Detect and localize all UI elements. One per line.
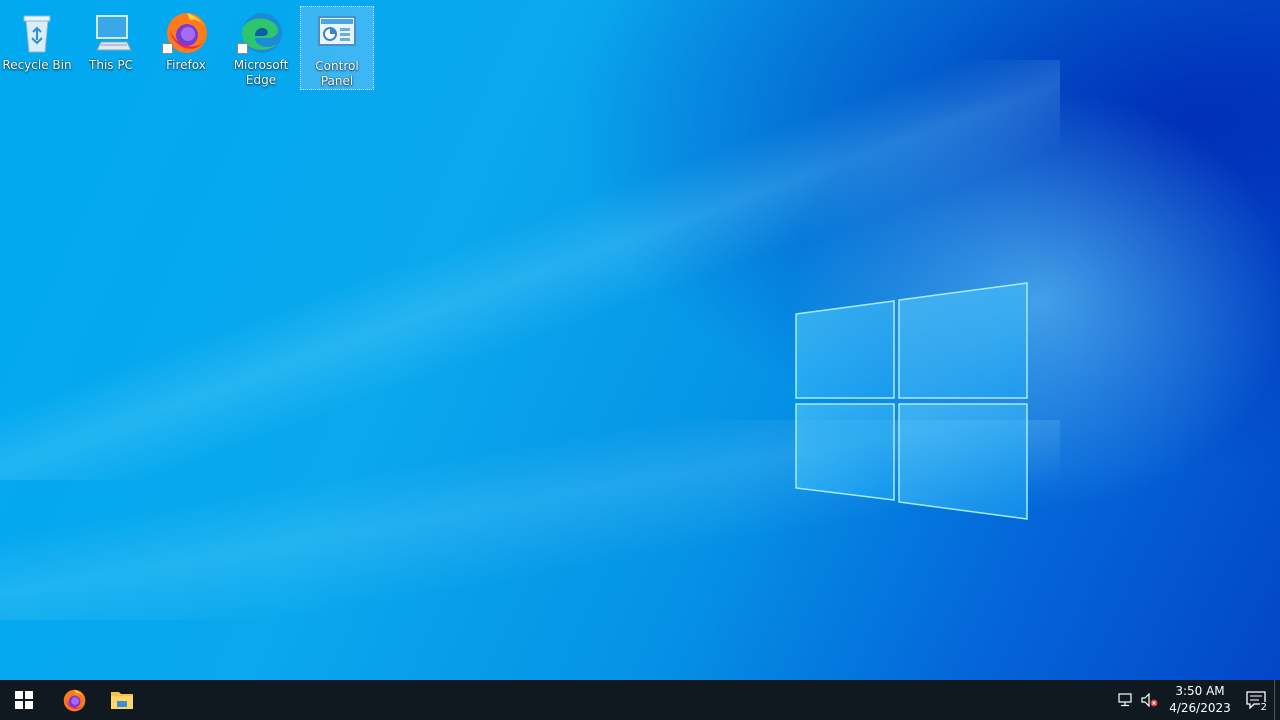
desktop-icon-recycle-bin[interactable]: Recycle Bin bbox=[0, 6, 74, 90]
taskbar: 3:50 AM 4/26/2023 2 bbox=[0, 680, 1280, 720]
desktop-icon-label: This PC bbox=[89, 58, 133, 72]
taskbar-firefox-button[interactable] bbox=[50, 680, 98, 720]
desktop-icon-label: Firefox bbox=[166, 58, 206, 72]
notification-count-badge: 2 bbox=[1259, 702, 1268, 713]
clock-date: 4/26/2023 bbox=[1169, 701, 1231, 715]
desktop-icon-this-pc[interactable]: This PC bbox=[74, 6, 148, 90]
control-panel-icon bbox=[313, 9, 361, 57]
windows-logo-wallpaper bbox=[795, 282, 1028, 520]
desktop-icon-control-panel[interactable]: Control Panel bbox=[300, 6, 374, 90]
edge-icon bbox=[237, 8, 285, 56]
desktop-icon-label: Microsoft Edge bbox=[233, 58, 289, 87]
desktop-icon-label: Control Panel bbox=[315, 59, 359, 88]
start-button[interactable] bbox=[0, 680, 48, 720]
this-pc-icon bbox=[87, 8, 135, 56]
clock-time: 3:50 AM bbox=[1175, 684, 1225, 698]
firefox-icon bbox=[63, 689, 86, 712]
action-center-button[interactable]: 2 bbox=[1238, 680, 1274, 720]
windows-start-icon bbox=[15, 691, 33, 709]
shortcut-arrow-icon bbox=[162, 43, 173, 54]
clock[interactable]: 3:50 AM 4/26/2023 bbox=[1168, 683, 1232, 717]
taskbar-file-explorer-button[interactable] bbox=[98, 680, 146, 720]
volume-muted-icon[interactable] bbox=[1138, 680, 1162, 720]
show-desktop-button[interactable] bbox=[1274, 680, 1280, 720]
recycle-bin-icon bbox=[13, 8, 61, 56]
shortcut-arrow-icon bbox=[237, 43, 248, 54]
desktop[interactable]: Recycle Bin This PC Firefox Microsoft Ed… bbox=[0, 0, 1280, 680]
network-icon[interactable] bbox=[1114, 680, 1138, 720]
system-tray: 3:50 AM 4/26/2023 2 bbox=[1114, 680, 1280, 720]
desktop-icon-firefox[interactable]: Firefox bbox=[149, 6, 223, 90]
firefox-icon bbox=[162, 8, 210, 56]
desktop-icon-microsoft-edge[interactable]: Microsoft Edge bbox=[224, 6, 298, 90]
desktop-icon-label: Recycle Bin bbox=[2, 58, 72, 72]
file-explorer-icon bbox=[111, 692, 133, 709]
